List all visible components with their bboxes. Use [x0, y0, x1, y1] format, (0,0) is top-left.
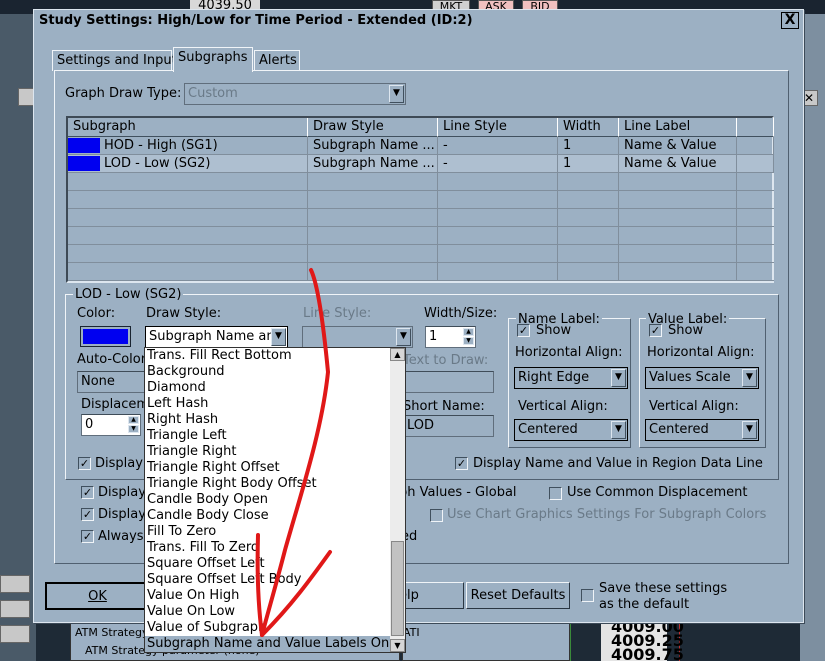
red-annotation-arrow [255, 268, 332, 637]
arrow-head-left [255, 533, 264, 637]
tab-subgraphs[interactable]: Subgraphs [173, 47, 253, 72]
arrow-shaft [260, 268, 331, 637]
